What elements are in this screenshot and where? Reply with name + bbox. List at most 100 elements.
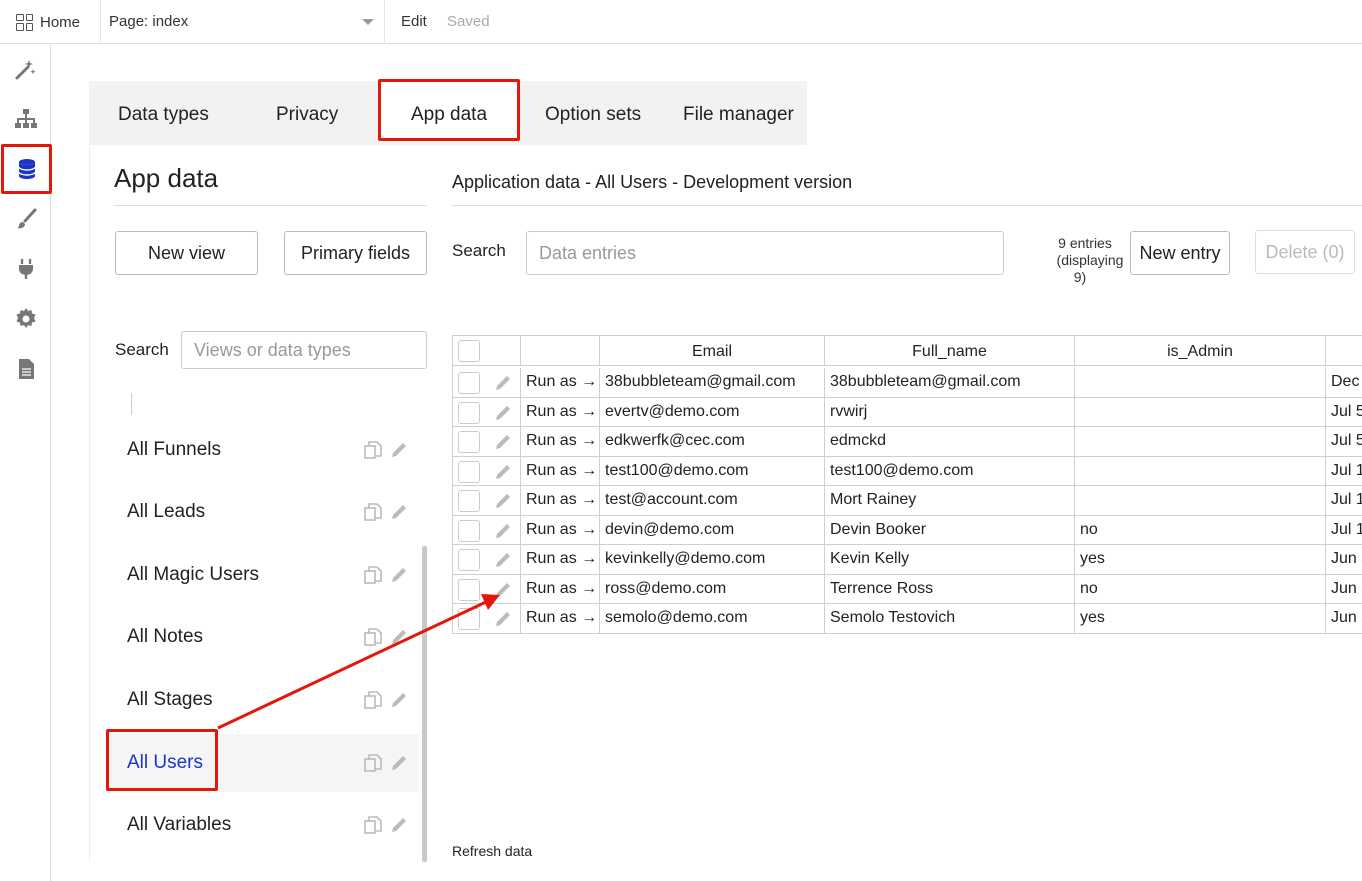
row-select-cell (453, 456, 521, 485)
top-bar: Home Page: index Edit Saved (0, 0, 1362, 44)
copy-icon[interactable] (363, 690, 383, 710)
table-row[interactable]: Run as → devin@demo.com Devin Booker no Jul … (453, 515, 1362, 545)
plug-icon[interactable] (0, 249, 51, 289)
run-as-link[interactable]: Run as → (521, 515, 600, 544)
run-as-link[interactable]: Run as → (521, 486, 600, 515)
column-header-date[interactable] (1326, 336, 1362, 365)
home-button[interactable]: Home (16, 12, 80, 32)
row-checkbox[interactable] (458, 401, 480, 424)
page-selector[interactable]: Page: index (100, 0, 385, 44)
pencil-icon[interactable] (389, 627, 409, 647)
tab-privacy[interactable]: Privacy (276, 81, 338, 145)
row-checkbox[interactable] (458, 608, 480, 630)
edit-menu[interactable]: Edit (401, 13, 427, 30)
edit-row-pencil-icon[interactable] (493, 462, 513, 482)
table-row[interactable]: Run as → semolo@demo.com Semolo Testovich y… (453, 604, 1362, 634)
run-as-link[interactable]: Run as → (521, 456, 600, 485)
copy-icon[interactable] (363, 753, 383, 773)
run-as-link[interactable]: Run as → (521, 604, 600, 633)
table-row[interactable]: Run as → ross@demo.com Terrence Ross no Jun … (453, 574, 1362, 604)
run-as-link[interactable]: Run as → (521, 545, 600, 574)
pencil-icon[interactable] (389, 690, 409, 710)
table-row[interactable]: Run as → test100@demo.com test100@demo.com… (453, 456, 1362, 486)
full-name-cell: Terrence Ross (825, 574, 1075, 603)
view-item-all-variables[interactable]: All Variables (106, 796, 419, 854)
column-header-full-name[interactable]: Full_name (825, 336, 1075, 365)
run-as-link[interactable]: Run as → (521, 574, 600, 603)
table-header: Email Full_name is_Admin (453, 336, 1362, 366)
brush-icon[interactable] (0, 199, 51, 239)
copy-icon[interactable] (363, 815, 383, 835)
edit-row-pencil-icon[interactable] (493, 403, 513, 423)
new-view-button[interactable]: New view (115, 231, 258, 275)
is-admin-cell (1075, 368, 1326, 397)
edit-row-pencil-icon[interactable] (493, 432, 513, 452)
table-row[interactable]: Run as → 38bubbleteam@gmail.com 38bubblete… (453, 368, 1362, 398)
divider (452, 205, 1362, 206)
table-row[interactable]: Run as →edkwerfk@cec.comedmckd Jul 5, (453, 427, 1362, 457)
pencil-icon[interactable] (389, 753, 409, 773)
edit-row-pencil-icon[interactable] (493, 373, 513, 393)
edit-row-pencil-icon[interactable] (493, 491, 513, 511)
view-item-all-funnels[interactable]: All Funnels (106, 421, 419, 479)
column-header-is-admin[interactable]: is_Admin (1075, 336, 1326, 365)
row-checkbox[interactable] (458, 490, 480, 512)
copy-icon[interactable] (363, 565, 383, 585)
copy-icon[interactable] (363, 440, 383, 460)
sitemap-icon[interactable] (0, 99, 51, 139)
row-checkbox[interactable] (458, 372, 480, 394)
row-checkbox[interactable] (458, 549, 480, 571)
copy-icon[interactable] (363, 627, 383, 647)
divider (131, 393, 132, 415)
new-entry-button[interactable]: New entry (1130, 231, 1230, 275)
email-cell: test100@demo.com (600, 456, 825, 485)
document-icon[interactable] (0, 349, 51, 389)
email-cell: semolo@demo.com (600, 604, 825, 633)
edit-row-pencil-icon[interactable] (493, 550, 513, 570)
pencil-icon[interactable] (389, 565, 409, 585)
view-item-all-leads[interactable]: All Leads (106, 483, 419, 541)
row-select-cell (453, 515, 521, 544)
entries-count: 9 entries (displaying 9) (1040, 235, 1130, 286)
edit-row-pencil-icon[interactable] (493, 609, 513, 629)
entries-search-input[interactable]: Data entries (526, 231, 1004, 275)
full-name-cell: test100@demo.com (825, 456, 1075, 485)
run-as-link[interactable]: Run as → (521, 368, 600, 397)
view-item-all-notes[interactable]: All Notes (106, 608, 419, 666)
views-search-input[interactable]: Views or data types (181, 331, 427, 369)
database-icon[interactable] (1, 144, 52, 194)
view-item-all-magic-users[interactable]: All Magic Users (106, 546, 419, 604)
run-as-link[interactable]: Run as → (521, 427, 600, 456)
row-checkbox[interactable] (458, 431, 480, 453)
row-checkbox[interactable] (458, 460, 480, 483)
date-cell: Jun 3 (1331, 579, 1362, 597)
entries-count-line: (displaying (1056, 252, 1124, 268)
primary-fields-button[interactable]: Primary fields (284, 231, 427, 275)
gear-icon[interactable] (0, 299, 51, 339)
row-checkbox[interactable] (458, 519, 480, 542)
full-name-cell: 38bubbleteam@gmail.com (825, 368, 1075, 397)
sidebar-scrollbar[interactable] (422, 546, 427, 862)
delete-button[interactable]: Delete (0) (1255, 230, 1355, 274)
table-row[interactable]: Run as → test@account.com Mort Rainey Jul 1… (453, 486, 1362, 516)
table-row[interactable]: Run as → kevinkelly@demo.com Kevin Kelly ye… (453, 545, 1362, 575)
pencil-icon[interactable] (389, 440, 409, 460)
table-row[interactable]: Run as →evertv@demo.comrvwirj Jul 5, (453, 397, 1362, 427)
pencil-icon[interactable] (389, 815, 409, 835)
refresh-data-link[interactable]: Refresh data (452, 843, 532, 859)
pencil-icon[interactable] (389, 502, 409, 522)
column-header-email[interactable]: Email (600, 336, 825, 365)
tab-file-manager[interactable]: File manager (683, 81, 794, 145)
view-item-all-stages[interactable]: All Stages (106, 671, 419, 729)
select-all-checkbox[interactable] (458, 340, 480, 362)
copy-icon[interactable] (363, 502, 383, 522)
edit-row-pencil-icon[interactable] (493, 521, 513, 541)
email-cell: kevinkelly@demo.com (600, 545, 825, 574)
tab-data-types[interactable]: Data types (118, 81, 209, 145)
edit-row-pencil-icon[interactable] (493, 580, 513, 600)
tab-option-sets[interactable]: Option sets (545, 81, 641, 145)
row-checkbox[interactable] (458, 578, 480, 601)
design-icon[interactable] (0, 49, 51, 89)
tab-app-data[interactable]: App data (378, 79, 520, 141)
run-as-link[interactable]: Run as → (521, 397, 600, 426)
